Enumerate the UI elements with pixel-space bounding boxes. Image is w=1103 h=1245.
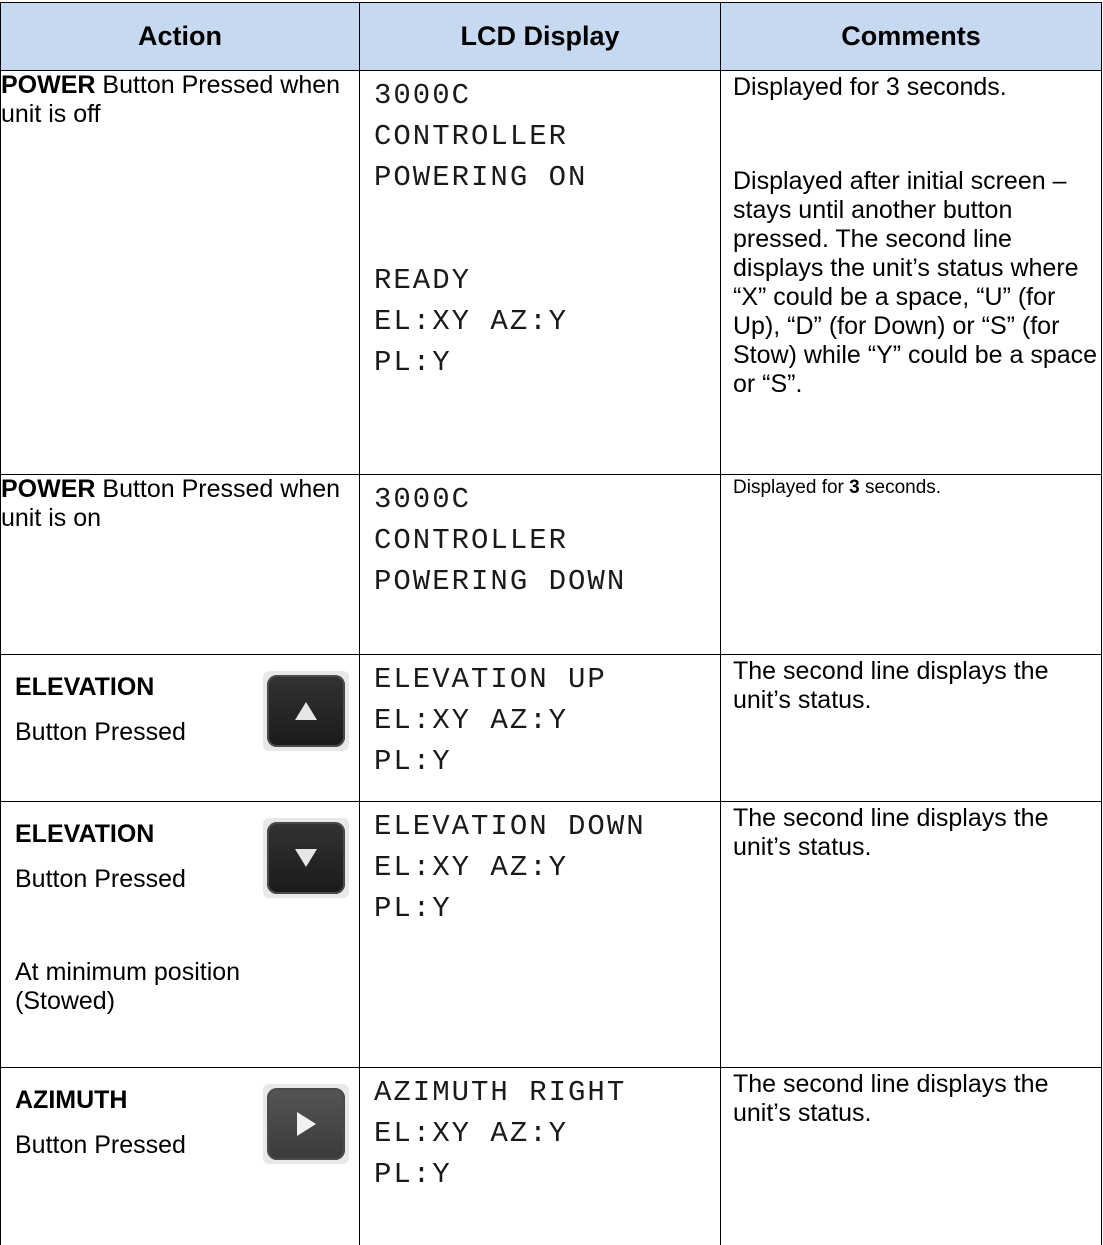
comment-text-bold: 3 (849, 477, 860, 498)
action-button-name: AZIMUTH (15, 1086, 128, 1114)
action-button-name: ELEVATION (15, 820, 155, 848)
comment-cell: Displayed for 3 seconds. (720, 474, 1102, 655)
table-row: ELEVATION Button Pressed ELEVATION UP EL… (0, 654, 1102, 802)
comment-cell: The second line displays the unit’s stat… (720, 654, 1102, 802)
header-lcd-display: LCD Display (359, 2, 721, 71)
action-cell: AZIMUTH Button Pressed (0, 1067, 360, 1245)
comment-text: The second line displays the unit’s stat… (733, 657, 1049, 714)
comment-text: Displayed for 3 seconds. (721, 475, 1101, 499)
action-cell: POWER Button Pressed when unit is off (0, 70, 360, 475)
lcd-text: ELEVATION DOWN EL:XY AZ:Y PL:Y (374, 810, 646, 925)
comment-cell: The second line displays the unit’s stat… (720, 801, 1102, 1068)
lcd-text: 3000C CONTROLLER POWERING ON (374, 79, 588, 194)
lcd-cell: 3000C CONTROLLER POWERING ON READY EL:XY… (359, 70, 721, 475)
lcd-cell: ELEVATION UP EL:XY AZ:Y PL:Y (359, 654, 721, 802)
comment-text-pre: Displayed for (733, 477, 850, 498)
action-button-name: POWER (1, 475, 96, 503)
elevation-down-key-icon (263, 818, 349, 898)
lcd-cell: 3000C CONTROLLER POWERING DOWN (359, 474, 721, 655)
lcd-cell: ELEVATION DOWN EL:XY AZ:Y PL:Y (359, 801, 721, 1068)
lcd-text: AZIMUTH RIGHT EL:XY AZ:Y PL:Y (374, 1076, 627, 1191)
action-button-name: POWER (1, 71, 96, 99)
comment-cell: Displayed for 3 seconds. Displayed after… (720, 70, 1102, 475)
comment-text-post: seconds. (859, 477, 942, 498)
lcd-text: 3000C CONTROLLER POWERING DOWN (374, 483, 627, 598)
comment-text: The second line displays the unit’s stat… (733, 804, 1049, 861)
table-row: AZIMUTH Button Pressed AZIMUTH RIGHT EL:… (0, 1067, 1102, 1245)
action-lcd-table: Action LCD Display Comments POWER Button… (0, 2, 1102, 1245)
header-action: Action (0, 2, 360, 71)
action-cell: POWER Button Pressed when unit is on (0, 474, 360, 655)
lcd-cell: AZIMUTH RIGHT EL:XY AZ:Y PL:Y (359, 1067, 721, 1245)
azimuth-right-key-icon (263, 1084, 349, 1164)
comment-text: The second line displays the unit’s stat… (733, 1070, 1049, 1127)
comment-cell: The second line displays the unit’s stat… (720, 1067, 1102, 1245)
lcd-text: ELEVATION UP EL:XY AZ:Y PL:Y (374, 663, 607, 778)
table-row: POWER Button Pressed when unit is on 300… (0, 474, 1102, 655)
lcd-text: READY EL:XY AZ:Y PL:Y (374, 264, 569, 379)
action-button-name: ELEVATION (15, 673, 155, 701)
action-cell: ELEVATION Button Pressed (0, 654, 360, 802)
comment-text: Displayed for 3 seconds. (733, 73, 1007, 101)
table-row: POWER Button Pressed when unit is off 30… (0, 70, 1102, 475)
table-header-row: Action LCD Display Comments (0, 2, 1102, 71)
table-row: ELEVATION Button Pressed At minimum posi… (0, 801, 1102, 1068)
elevation-up-key-icon (263, 671, 349, 751)
header-comments: Comments (720, 2, 1102, 71)
action-note: At minimum position (Stowed) (15, 958, 241, 1015)
comment-text: Displayed after initial screen – stays u… (733, 167, 1098, 398)
action-cell: ELEVATION Button Pressed At minimum posi… (0, 801, 360, 1068)
